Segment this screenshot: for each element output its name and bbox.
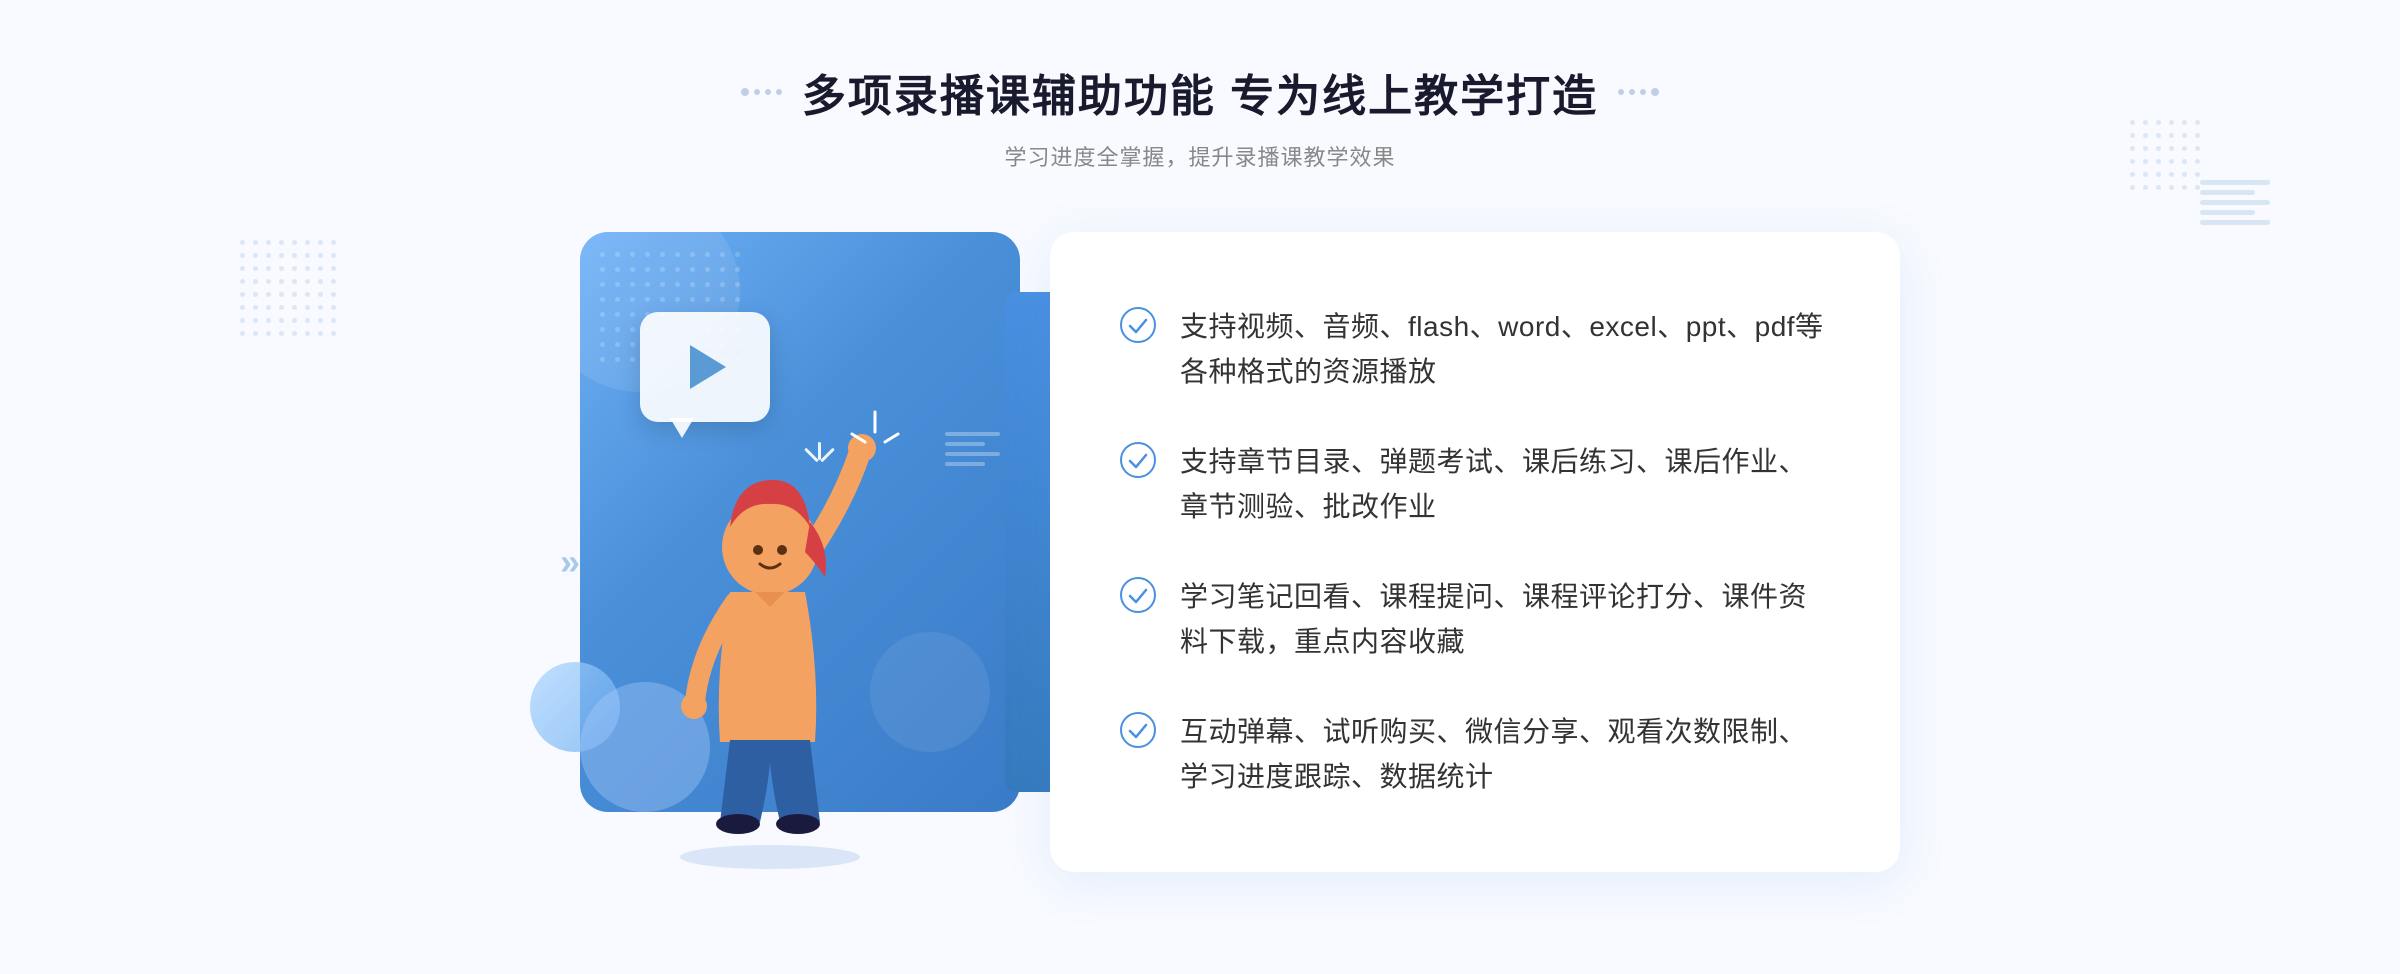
illustration-area: (function() { const inner = document.cur… [500,232,1060,892]
subtitle: 学习进度全掌握，提升录播课教学效果 [741,140,1659,172]
feature-text-3: 学习笔记回看、课程提问、课程评论打分、课件资料下载，重点内容收藏 [1180,575,1830,665]
decorator-dot [765,89,771,95]
dot-pattern-right: (function() { const grid = document.quer… [2130,120,2200,190]
left-chevrons: » [560,541,580,583]
decorator-dot [754,89,760,95]
feature-text-2: 支持章节目录、弹题考试、课后练习、课后作业、章节测验、批改作业 [1180,440,1830,530]
feature-item-4: 互动弹幕、试听购买、微信分享、观看次数限制、学习进度跟踪、数据统计 [1120,700,1830,810]
feature-text-1: 支持视频、音频、flash、word、excel、ppt、pdf等各种格式的资源… [1180,305,1830,395]
chevron-icon: » [560,541,580,583]
play-icon [690,345,726,389]
deco-lines [945,432,1000,466]
check-circle-icon-3 [1120,577,1156,613]
main-content: » (function() { const inner = document.c… [500,212,1900,912]
features-area: 支持视频、音频、flash、word、excel、ppt、pdf等各种格式的资源… [1050,232,1900,872]
header-section: 多项录播课辅助功能 专为线上教学打造 学习进度全掌握，提升录播课教学效果 [741,0,1659,202]
decorator-dot [776,89,782,95]
header-decorators: 多项录播课辅助功能 专为线上教学打造 [741,60,1659,124]
decorator-dot [1618,89,1624,95]
decorator-dot [1640,89,1646,95]
check-circle-icon-2 [1120,442,1156,478]
page-container: (function() { const grid = document.quer… [0,0,2400,974]
stripe-4 [2200,210,2255,215]
feature-item-3: 学习笔记回看、课程提问、课程评论打分、课件资料下载，重点内容收藏 [1120,565,1830,675]
person-svg [620,392,920,872]
stripe-decoration [2200,180,2270,225]
check-circle-icon-4 [1120,712,1156,748]
deco-line [945,452,1000,456]
decorator-dot [1629,89,1635,95]
deco-line [945,442,985,446]
decorator-dot [1651,88,1659,96]
feature-item-2: 支持章节目录、弹题考试、课后练习、课后作业、章节测验、批改作业 [1120,430,1830,540]
feature-item-1: 支持视频、音频、flash、word、excel、ppt、pdf等各种格式的资源… [1120,295,1830,405]
decorator-right [1618,88,1659,96]
deco-line [945,462,985,466]
feature-text-4: 互动弹幕、试听购买、微信分享、观看次数限制、学习进度跟踪、数据统计 [1180,710,1830,800]
deco-line [945,432,1000,436]
stripe-1 [2200,180,2270,185]
person-illustration [620,392,920,872]
decorator-left [741,88,782,96]
main-title: 多项录播课辅助功能 专为线上教学打造 [802,60,1598,124]
dot-pattern-left: (function() { const grid = document.quer… [240,240,336,336]
stripe-5 [2200,220,2270,225]
stripe-2 [2200,190,2255,195]
check-circle-icon-1 [1120,307,1156,343]
stripe-3 [2200,200,2270,205]
decorator-dot [741,88,749,96]
